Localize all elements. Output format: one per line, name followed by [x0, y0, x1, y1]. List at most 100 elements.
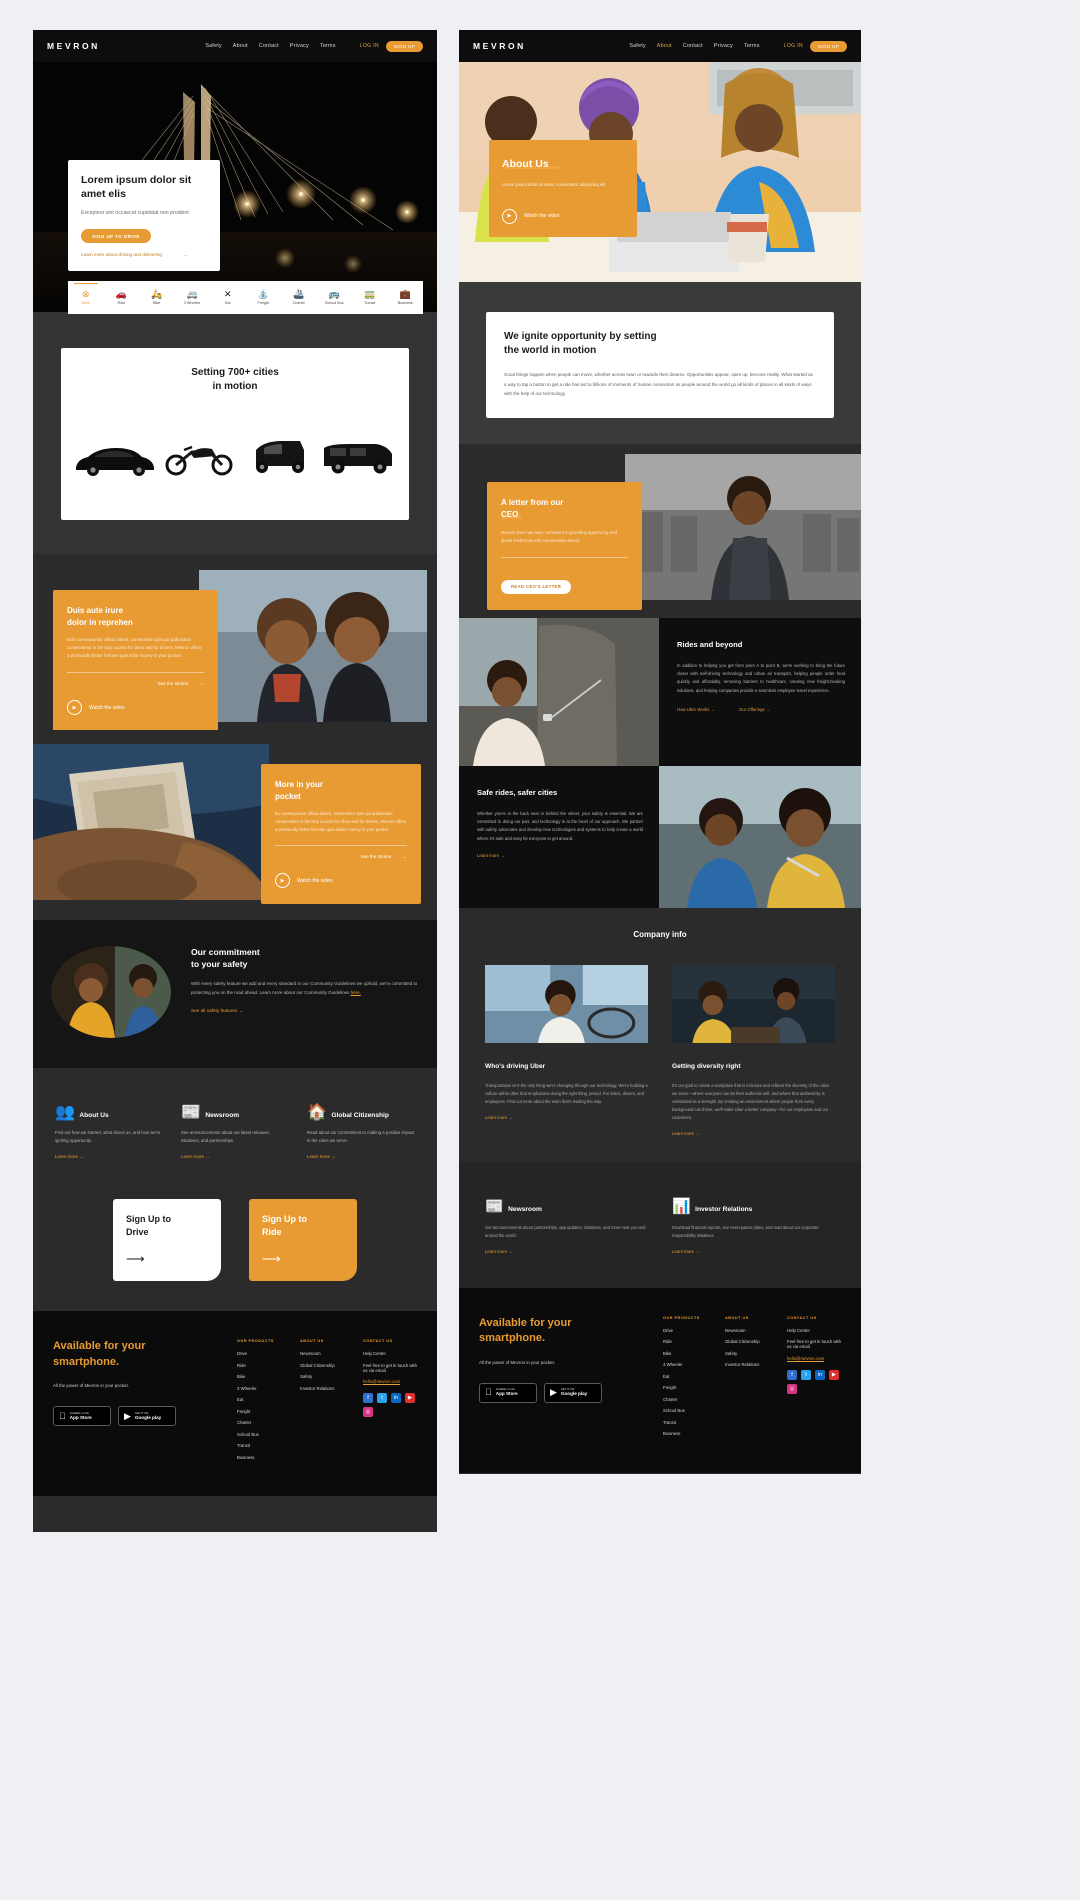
twitter-icon[interactable]: t — [377, 1393, 387, 1404]
footer-link[interactable]: Safety — [725, 1351, 773, 1356]
category-3-wheeler[interactable]: 🚐 3 Wheeler — [175, 289, 211, 305]
feature-learn-more-label: Learn more — [307, 1154, 331, 1160]
footer-link[interactable]: Freight — [663, 1385, 711, 1390]
signup-button[interactable]: SIGN UP — [386, 40, 423, 52]
nav-link-terms[interactable]: Terms — [320, 43, 336, 49]
footer-link[interactable]: Charter — [237, 1420, 286, 1425]
footer-link[interactable]: Help Center — [363, 1351, 417, 1356]
read-ceo-letter-button[interactable]: READ CEO'S LETTER — [501, 579, 572, 594]
footer-link[interactable]: Investor Relations — [300, 1386, 349, 1391]
footer-link[interactable]: Drive — [663, 1328, 711, 1333]
footer-link[interactable]: Ride — [663, 1339, 711, 1344]
footer-link[interactable]: Drive — [237, 1351, 286, 1356]
category-school-bus[interactable]: 🚌 School Bus — [317, 289, 353, 305]
category-eat[interactable]: ✕ Eat — [210, 289, 246, 305]
instagram-icon[interactable]: ◎ — [363, 1407, 373, 1418]
footer-email-link[interactable]: hello@mevron.com — [787, 1356, 841, 1361]
footer-link[interactable]: Transit — [237, 1443, 286, 1448]
duis-watch-video[interactable]: ▶ Watch the video — [67, 700, 204, 715]
see-all-safety-features-link[interactable]: See all safety features → — [191, 1008, 419, 1013]
app-store-badge[interactable]:  Available on the App Store — [53, 1406, 111, 1427]
twitter-icon[interactable]: t — [801, 1369, 811, 1380]
footer-link[interactable]: Freight — [237, 1409, 286, 1414]
news-card-learn-more-link[interactable]: Learn more → — [485, 1249, 648, 1254]
footer-link[interactable]: Charter — [663, 1397, 711, 1402]
feature-learn-more-link[interactable]: Learn more → — [55, 1154, 163, 1159]
ignite-body: Good things happen when people can move,… — [504, 372, 813, 396]
community-guidelines-link[interactable]: here. — [351, 990, 361, 995]
footer-link[interactable]: 3 Wheeler — [663, 1362, 711, 1367]
footer-link[interactable]: Eat — [237, 1397, 286, 1402]
brand-logo[interactable]: MEVRON — [47, 41, 100, 51]
signup-to-drive-card[interactable]: Sign Up to Drive ⟶ — [113, 1199, 221, 1282]
youtube-icon[interactable]: ▶ — [405, 1393, 415, 1404]
facebook-icon[interactable]: f — [787, 1369, 797, 1380]
signup-to-drive-button[interactable]: SIGN UP TO DRIVE — [81, 229, 151, 244]
nav-link-about[interactable]: About — [657, 43, 672, 49]
pocket-watch-video[interactable]: ▶ Watch the video — [275, 873, 407, 889]
feature-learn-more-link[interactable]: Learn more → — [181, 1154, 289, 1159]
linkedin-icon[interactable]: in — [815, 1369, 825, 1380]
category-charter[interactable]: 🚢 Charter — [281, 289, 317, 305]
brand-logo[interactable]: MEVRON — [473, 41, 526, 51]
category-transit[interactable]: 🚃 Transit — [352, 289, 388, 305]
footer-link[interactable]: School Bus — [237, 1432, 286, 1437]
footer-link[interactable]: Help Center — [787, 1328, 841, 1333]
hero-learn-more-link[interactable]: Learn more about driving and delivering … — [81, 252, 207, 257]
pocket-see-stories-link[interactable]: See the stories → — [275, 854, 407, 859]
category-drive[interactable]: ⊗ Drive — [68, 282, 104, 305]
footer-link[interactable]: Global Citizenship — [300, 1363, 349, 1368]
nav-link-about[interactable]: About — [233, 43, 248, 49]
app-store-badge[interactable]:  Available on the App Store — [479, 1382, 537, 1403]
how-uber-works-link[interactable]: How Uber Works → — [677, 707, 715, 712]
feature-global-citizenship[interactable]: 🏠 Global Citizenship Read about our comm… — [307, 1098, 415, 1159]
youtube-icon[interactable]: ▶ — [829, 1369, 839, 1380]
footer-link[interactable]: School Bus — [663, 1408, 711, 1413]
nav-link-privacy[interactable]: Privacy — [714, 43, 733, 49]
company-card-learn-more-link[interactable]: Learn more → — [672, 1131, 835, 1136]
nav-link-privacy[interactable]: Privacy — [290, 43, 309, 49]
company-card-learn-more-link[interactable]: Learn more → — [485, 1115, 648, 1120]
footer-link[interactable]: Business — [663, 1431, 711, 1436]
google-play-badge[interactable]: ▶ GET IT ON Google play — [544, 1382, 602, 1403]
safe-rides-learn-more-link[interactable]: Learn more → — [477, 853, 643, 858]
footer-email-link[interactable]: hello@mevron.com — [363, 1379, 417, 1384]
category-freight[interactable]: ⛲ Freight — [246, 289, 282, 305]
news-card-learn-more-link[interactable]: Learn more → — [672, 1249, 835, 1254]
footer-link[interactable]: Newsroom — [725, 1328, 773, 1333]
signup-to-ride-card[interactable]: Sign Up to Ride ⟶ — [249, 1199, 357, 1282]
linkedin-icon[interactable]: in — [391, 1393, 401, 1404]
feature-about-us[interactable]: 👥 About Us Find out how we started, what… — [55, 1098, 163, 1159]
duis-see-stories-link[interactable]: See the stories → — [67, 681, 204, 686]
footer-link[interactable]: Transit — [663, 1420, 711, 1425]
nav-links-left: Safety About Contact Privacy Terms — [205, 43, 335, 49]
feature-newsroom[interactable]: 📰 Newsroom See announcements about our l… — [181, 1098, 289, 1159]
footer-link[interactable]: Eat — [663, 1374, 711, 1379]
footer-link[interactable]: Safety — [300, 1374, 349, 1379]
category-business[interactable]: 💼 Business — [388, 289, 424, 305]
category-ride[interactable]: 🚗 Ride — [104, 289, 140, 305]
footer-link[interactable]: Bike — [237, 1374, 286, 1379]
category-bike[interactable]: 🛵 Bike — [139, 289, 175, 305]
footer-link[interactable]: 3 Wheeler — [237, 1386, 286, 1391]
footer-link[interactable]: Bike — [663, 1351, 711, 1356]
footer-link[interactable]: Global Citizenship — [725, 1339, 773, 1344]
login-link[interactable]: LOG IN — [360, 43, 379, 49]
footer-link[interactable]: Newsroom — [300, 1351, 349, 1356]
footer-link[interactable]: Business — [237, 1455, 286, 1460]
facebook-icon[interactable]: f — [363, 1393, 373, 1404]
signup-button[interactable]: SIGN UP — [810, 40, 847, 52]
login-link[interactable]: LOG IN — [784, 43, 803, 49]
footer-link[interactable]: Investor Relations — [725, 1362, 773, 1367]
nav-link-contact[interactable]: Contact — [259, 43, 279, 49]
google-play-badge[interactable]: ▶ GET IT ON Google play — [118, 1406, 176, 1427]
about-watch-video[interactable]: ▶ Watch the video — [502, 208, 624, 224]
nav-link-terms[interactable]: Terms — [744, 43, 760, 49]
footer-link[interactable]: Ride — [237, 1363, 286, 1368]
nav-link-safety[interactable]: Safety — [629, 43, 645, 49]
our-offerings-link[interactable]: Our Offerings → — [739, 707, 770, 712]
nav-link-contact[interactable]: Contact — [683, 43, 703, 49]
nav-link-safety[interactable]: Safety — [205, 43, 221, 49]
feature-learn-more-link[interactable]: Learn more → — [307, 1154, 415, 1159]
instagram-icon[interactable]: ◎ — [787, 1383, 797, 1394]
